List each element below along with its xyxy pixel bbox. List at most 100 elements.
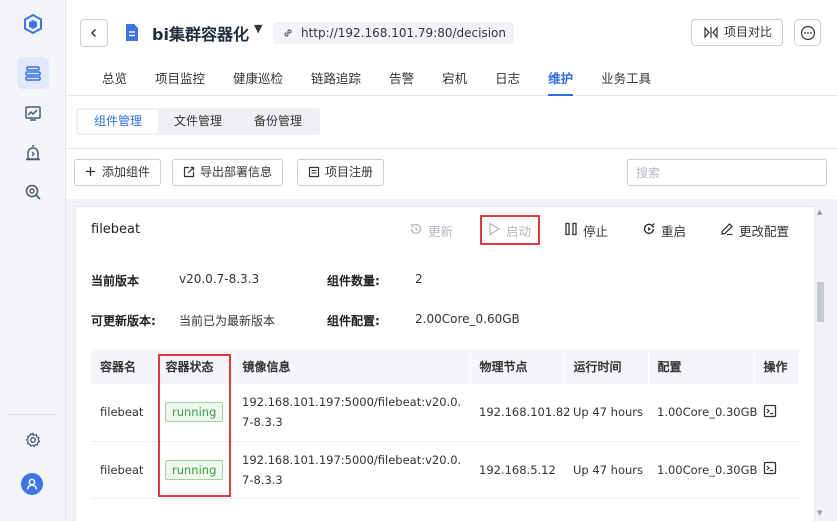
subtab-backup[interactable]: 备份管理 <box>238 110 318 133</box>
register-icon <box>308 166 320 178</box>
stop-label: 停止 <box>583 224 609 239</box>
restart-button[interactable]: 重启 <box>642 221 686 240</box>
col-container-status: 容器状态 <box>156 349 234 384</box>
project-url[interactable]: http://192.168.101.79:80/decision <box>273 22 515 44</box>
table-row: filebeat running 192.168.101.197:5000/fi… <box>91 384 799 442</box>
component-config-label: 组件配置: <box>327 314 380 328</box>
link-icon <box>284 29 292 37</box>
search-gear-icon[interactable] <box>17 176 49 208</box>
component-name: filebeat <box>91 222 141 237</box>
update-button[interactable]: 更新 <box>409 221 453 240</box>
physical-node-cell: 192.168.101.82 <box>470 384 570 442</box>
updatable-version-value: 当前已为最新版本 <box>179 314 276 328</box>
back-button[interactable] <box>80 19 108 47</box>
layers-icon[interactable] <box>17 57 49 89</box>
terminal-icon[interactable] <box>763 461 777 475</box>
export-deploy-button[interactable]: 导出部署信息 <box>172 159 284 186</box>
table-row: filebeat running 192.168.101.197:5000/fi… <box>91 441 799 499</box>
physical-node-cell: 192.168.5.12 <box>470 441 564 499</box>
col-image-info: 镜像信息 <box>233 349 471 384</box>
toolbar: 添加组件 导出部署信息 项目注册 <box>66 149 837 199</box>
search-input[interactable] <box>627 159 827 186</box>
document-icon <box>124 23 140 45</box>
container-status-cell: running <box>156 384 233 442</box>
subtab-files[interactable]: 文件管理 <box>158 110 238 133</box>
current-version-label: 当前版本 <box>91 274 140 288</box>
project-register-button[interactable]: 项目注册 <box>297 159 385 186</box>
container-name-cell: filebeat <box>91 384 156 442</box>
left-rail <box>0 0 66 521</box>
project-url-text: http://192.168.101.79:80/decision <box>301 26 507 40</box>
project-title[interactable]: bi集群容器化 <box>152 21 249 45</box>
status-badge: running <box>165 402 224 423</box>
terminal-icon[interactable] <box>763 404 777 418</box>
chevron-left-icon <box>90 28 97 38</box>
component-count-label: 组件数量: <box>327 274 380 288</box>
tab-health-check[interactable]: 健康巡检 <box>233 68 283 96</box>
container-name-cell: filebeat <box>91 441 156 499</box>
settings-icon[interactable] <box>17 424 49 456</box>
scroll-down-icon[interactable]: ▼ <box>817 509 822 517</box>
update-icon <box>410 223 422 234</box>
tab-logs[interactable]: 日志 <box>495 68 520 96</box>
col-uptime: 运行时间 <box>564 349 649 384</box>
more-button[interactable] <box>794 19 821 46</box>
plus-icon <box>86 167 95 176</box>
subtabs: 组件管理 文件管理 备份管理 <box>76 108 321 135</box>
col-actions: 操作 <box>754 349 800 384</box>
restart-label: 重启 <box>661 224 687 239</box>
project-register-label: 项目注册 <box>325 165 374 179</box>
container-status-cell: running <box>156 441 233 499</box>
config-cell: 1.00Core_0.30GB <box>648 384 757 442</box>
export-deploy-label: 导出部署信息 <box>200 165 273 179</box>
logo-cube-icon[interactable] <box>17 8 49 40</box>
add-component-button[interactable]: 添加组件 <box>74 159 162 186</box>
current-version-value: v20.0.7-8.3.3 <box>179 272 260 286</box>
edit-icon <box>721 223 733 236</box>
pause-icon <box>565 222 577 236</box>
tab-business-tools[interactable]: 业务工具 <box>601 68 651 96</box>
compare-button[interactable]: 项目对比 <box>691 19 783 46</box>
change-config-label: 更改配置 <box>739 224 790 239</box>
uptime-cell: Up 47 hours <box>564 441 648 499</box>
updatable-version-label: 可更新版本: <box>91 314 156 328</box>
scroll-thumb[interactable] <box>817 282 824 322</box>
export-icon <box>183 166 195 178</box>
alarm-icon[interactable] <box>17 137 49 169</box>
stop-button[interactable]: 停止 <box>564 221 608 240</box>
action-cell <box>754 384 799 442</box>
table-header-row: 容器名 容器状态 镜像信息 物理节点 运行时间 配置 操作 <box>91 349 800 384</box>
component-card: filebeat 更新 启动 停止 重启 更改配置 当前版本 v20.0.7-8… <box>75 206 815 521</box>
scrollbar[interactable]: ▲ ▼ <box>816 206 825 521</box>
add-component-label: 添加组件 <box>102 165 151 179</box>
image-info-cell: 192.168.101.197:5000/filebeat:v20.0.7-8.… <box>233 384 470 442</box>
component-count-value: 2 <box>415 272 423 286</box>
subtab-components[interactable]: 组件管理 <box>78 110 159 133</box>
user-avatar-icon[interactable] <box>21 473 43 495</box>
col-config: 配置 <box>648 349 755 384</box>
status-badge: running <box>165 459 224 480</box>
rail-divider <box>8 414 57 415</box>
tab-alerts[interactable]: 告警 <box>389 68 414 96</box>
scroll-up-icon[interactable]: ▲ <box>817 208 822 216</box>
subtabs-area: 组件管理 文件管理 备份管理 <box>66 96 837 149</box>
tab-overview[interactable]: 总览 <box>102 68 127 96</box>
restart-icon <box>643 222 655 235</box>
more-dots-icon <box>800 25 815 40</box>
update-label: 更新 <box>428 224 454 239</box>
caret-down-icon[interactable]: ▼ <box>254 22 262 35</box>
compare-label: 项目对比 <box>724 25 773 39</box>
tab-trace[interactable]: 链路追踪 <box>311 68 361 96</box>
action-cell <box>754 441 799 499</box>
tab-maintenance[interactable]: 维护 <box>548 68 574 96</box>
main-nav: 总览 项目监控 健康巡检 链路追踪 告警 宕机 日志 维护 业务工具 <box>102 68 679 96</box>
uptime-cell: Up 47 hours <box>564 384 648 442</box>
image-info-cell: 192.168.101.197:5000/filebeat:v20.0.7-8.… <box>233 441 470 499</box>
tab-project-monitor[interactable]: 项目监控 <box>155 68 205 96</box>
monitor-chart-icon[interactable] <box>17 97 49 129</box>
tab-downtime[interactable]: 宕机 <box>442 68 467 96</box>
col-physical-node: 物理节点 <box>470 349 565 384</box>
change-config-button[interactable]: 更改配置 <box>720 221 789 240</box>
config-cell: 1.00Core_0.30GB <box>648 441 757 499</box>
component-config-value: 2.00Core_0.60GB <box>415 312 520 326</box>
